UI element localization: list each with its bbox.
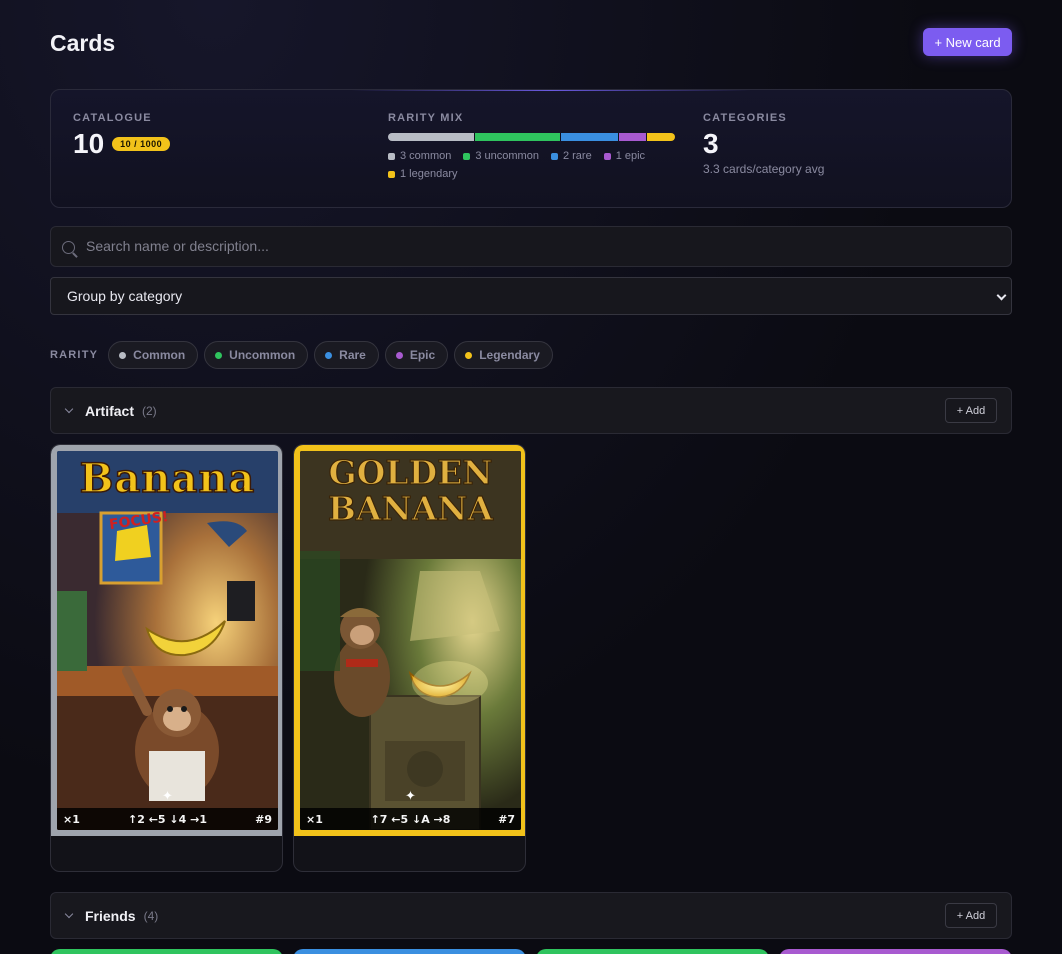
card-peek[interactable] [293,949,526,954]
page-header: Cards + New card [50,28,1012,60]
group-by-select[interactable]: Group by category [50,277,1012,315]
card-golden-banana[interactable]: GOLDEN BANANA ✦ ×1 ↑7 ←5 ↓A →8 #7 [293,444,526,872]
catalogue-stat: CATALOGUE 10 10 / 1000 [73,112,171,160]
legend-label: 2 rare [562,150,592,162]
card-peek[interactable] [536,949,769,954]
rarity-mix-legend-item: 1 legendary [388,168,458,180]
legend-label: 1 epic [615,150,646,162]
search-input[interactable] [86,237,1011,254]
card-artwork: GOLDEN BANANA ✦ ×1 ↑7 ←5 ↓A →8 #7 [300,451,521,830]
rarity-chip-label: Common [133,348,186,362]
card-footer: ×1 ↑2 ←5 ↓4 →1 #9 [57,808,278,830]
categories-average: 3.3 cards/category avg [703,162,825,176]
categories-label: CATEGORIES [703,112,787,124]
rarity-chip-legendary[interactable]: Legendary [454,341,553,369]
new-card-button[interactable]: + New card [923,28,1012,56]
section-title: Artifact [85,402,135,419]
rarity-chip-epic[interactable]: Epic [384,341,449,369]
stats-panel: CATALOGUE 10 10 / 1000 RARITY MIX 3 comm… [50,89,1012,208]
section-friends[interactable]: Friends (4) + Add [50,892,1012,939]
rarity-chip-rare[interactable]: Rare [314,341,379,369]
rarity-mix-label: RARITY MIX [388,112,464,124]
legend-label: 3 uncommon [475,150,539,162]
card-stats: ↑7 ←5 ↓A →8 [370,812,451,826]
card-banana[interactable]: Banana FOCUS! ✦ ×1 ↑2 ←5 ↓4 →1 #9 [50,444,283,872]
rarity-mix-segment [617,133,647,141]
card-art-frame: Banana FOCUS! ✦ ×1 ↑2 ←5 ↓4 →1 #9 [51,445,282,836]
card-art-title: GOLDEN BANANA [327,453,494,528]
rarity-mix-legend-item: 3 uncommon [463,150,539,162]
card-art-frame: GOLDEN BANANA ✦ ×1 ↑7 ←5 ↓A →8 #7 [294,445,525,836]
legend-label: 3 common [400,150,452,162]
group-by-value: Group by category [67,288,183,304]
legend-swatch [603,152,611,160]
rarity-chip-label: Uncommon [229,348,296,362]
legend-swatch [463,152,471,160]
section-count: (4) [143,908,159,923]
card-art-title: Banana [79,454,256,503]
categories-stat: CATEGORIES 3 3.3 cards/category avg [703,112,824,176]
rarity-mix-legend: 3 common 3 uncommon 2 rare 1 epic 1 legendar… [388,150,678,180]
sparkle-icon: ✦ [405,788,416,803]
rarity-mix-legend-item: 2 rare [550,150,592,162]
rarity-chip-label: Legendary [479,348,540,362]
chevron-down-icon[interactable] [64,404,74,414]
card-artwork: Banana FOCUS! ✦ ×1 ↑2 ←5 ↓4 →1 #9 [57,451,278,830]
rarity-mix-segment [474,133,561,141]
catalogue-capacity-badge: 10 / 1000 [112,137,171,151]
rarity-mix-segment [388,133,475,141]
legend-swatch [388,152,395,160]
rarity-chip-label: Epic [409,348,436,362]
categories-count: 3 [703,128,719,159]
rarity-dot-icon [395,351,403,359]
rarity-mix-stat: RARITY MIX 3 common 3 uncommon 2 rare 1 epi… [388,112,678,180]
add-card-button[interactable]: + Add [945,903,997,928]
rarity-chip-uncommon[interactable]: Uncommon [204,341,309,369]
rarity-filter-label: RARITY [50,349,99,361]
card-number: #7 [498,812,515,826]
rarity-dot-icon [465,351,473,359]
card-quantity: ×1 [63,812,80,826]
card-number: #9 [255,812,272,826]
rarity-mix-bar [388,133,675,141]
catalogue-label: CATALOGUE [73,112,152,124]
card-quantity: ×1 [306,812,323,826]
card-stats: ↑2 ←5 ↓4 →1 [128,812,207,826]
rarity-mix-legend-item: 1 epic [603,150,646,162]
chevron-down-icon [996,290,1007,301]
add-card-button[interactable]: + Add [945,398,997,423]
card-peek[interactable] [779,949,1012,954]
card-footer: ×1 ↑7 ←5 ↓A →8 #7 [300,808,521,830]
rarity-dot-icon [215,351,223,359]
legend-label: 1 legendary [400,168,458,180]
section-count: (2) [142,403,157,418]
search-bar[interactable] [50,226,1012,267]
legend-swatch [388,170,395,178]
rarity-mix-legend-item: 3 common [388,150,451,162]
legend-swatch [550,152,558,160]
chevron-down-icon[interactable] [64,909,74,919]
rarity-mix-segment [560,133,618,141]
rarity-dot-icon [119,351,127,359]
rarity-filter: RARITY Common Uncommon Rare Epic Legendary [50,341,553,369]
rarity-chip-common[interactable]: Common [108,341,199,369]
card-peek[interactable] [50,949,283,954]
rarity-chip-label: Rare [339,348,366,362]
sparkle-icon: ✦ [162,788,173,803]
section-title: Friends [85,907,136,924]
catalogue-count: 10 [73,128,105,159]
section-artifact[interactable]: Artifact (2) + Add [50,387,1012,434]
search-icon [62,240,80,259]
page-title: Cards [50,30,116,56]
rarity-mix-segment [646,133,675,141]
rarity-dot-icon [325,351,333,359]
